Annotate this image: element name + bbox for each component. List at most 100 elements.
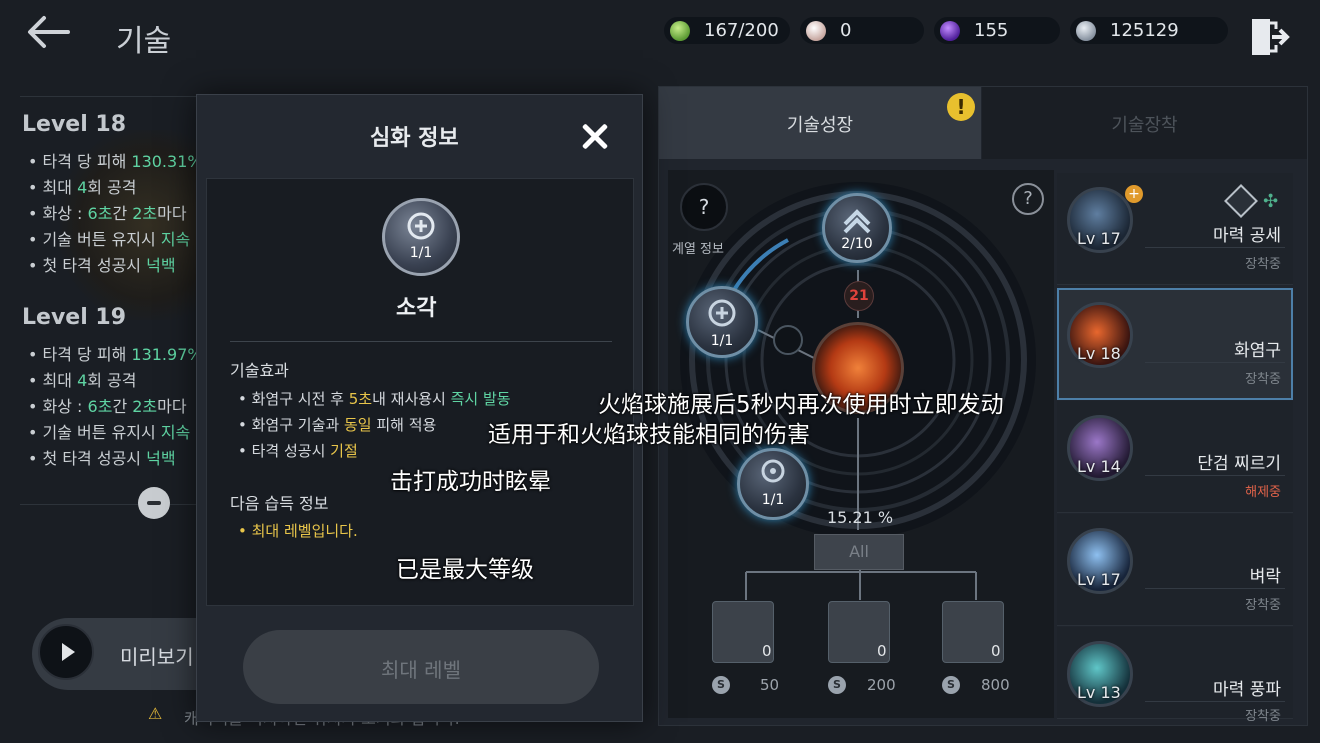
level-line: • 최대 4회 공격 [28,178,137,197]
resource-value: 167/200 [704,20,779,41]
play-icon[interactable] [38,624,94,680]
skill-level: Lv 14 [1077,457,1121,476]
skill-item[interactable]: Lv 14 단검 찌르기 해제중 [1057,401,1293,513]
skill-status: 장착중 [1245,598,1281,613]
node-level: 2/10 [841,236,873,252]
skill-level: Lv 13 [1077,683,1121,702]
book-cost: 50 [760,676,780,694]
tab-label: 기술성장 [786,115,854,136]
effect-line: • 화염구 기술과 동일 피해 적용 [238,416,437,434]
skill-node-head[interactable] [737,448,809,520]
divider [1145,475,1285,476]
pearl-icon [806,20,826,41]
resource-value: 155 [974,20,1009,41]
level-line: • 화상 : 6초간 2초마다 [28,397,187,416]
book-count: 0 [877,642,887,660]
translation-text: 已是最大等级 [396,557,534,583]
skill-name: 마력 풍파 [1213,680,1281,700]
plus-badge-icon: + [1125,185,1143,203]
resource-silver: 125129 [1070,17,1228,44]
chevron-up-icon [843,209,871,234]
book-count: 0 [762,642,772,660]
clover-icon: ✣ [1263,191,1279,212]
divider [20,504,200,505]
level-line: • 첫 타격 성공시 넉백 [28,256,176,275]
book-cost: 200 [867,676,896,694]
all-button[interactable]: All [814,534,904,570]
close-icon[interactable] [574,116,616,158]
progress-percent: 15.21 % [826,508,894,527]
skill-point-count: 21 [844,281,874,311]
level-title: Level 19 [22,305,127,330]
skill-status: 장착중 [1245,257,1281,272]
level-line: • 타격 당 피해 131.97% [28,345,203,364]
silver-coin-icon: S [712,676,730,694]
skill-status: 장착중 [1245,372,1281,387]
rune-icon [1224,184,1258,218]
divider [1145,362,1285,363]
clock-plus-icon [400,210,442,244]
effect-header: 기술효과 [230,361,289,380]
skill-name: 단검 찌르기 [1197,454,1281,474]
help-icon[interactable]: ? [1012,183,1044,215]
clock-plus-icon [708,299,736,327]
head-icon [761,459,785,483]
modal-title: 심화 정보 [370,126,459,151]
skill-name: 벼락 [1249,567,1281,587]
translation-text: 击打成功时眩晕 [390,469,551,495]
green-crystal-icon [670,20,690,41]
exit-door-icon[interactable] [1246,15,1290,59]
collapse-minus-button[interactable] [138,487,170,519]
skill-level: Lv 18 [1077,344,1121,363]
node-level: 1/1 [710,333,734,349]
skill-item[interactable]: + Lv 17 ✣ 마력 공세 장착중 [1057,173,1293,285]
silver-coin-icon: S [828,676,846,694]
effect-line: • 타격 성공시 기절 [238,442,358,460]
translation-text: 适用于和火焰球技能相同的伤害 [488,422,810,448]
skill-item-selected[interactable]: Lv 18 화염구 장착중 [1057,288,1293,400]
resource-value: 0 [840,20,852,41]
skill-name: 화염구 [1234,341,1281,361]
skill-name: 마력 공세 [1213,226,1281,246]
skill-status: 해제중 [1245,485,1281,500]
level-line: • 타격 당 피해 130.31% [28,152,203,171]
skill-level: 1/1 [409,245,433,261]
level-line: • 화상 : 6초간 2초마다 [28,204,187,223]
resource-value: 125129 [1110,20,1179,41]
back-arrow-icon[interactable] [24,12,74,52]
page-title: 기술 [116,24,172,59]
translation-text: 火焰球施展后5秒内再次使用时立即发动 [598,392,1004,418]
max-level-label: 최대 레벨 [381,658,461,682]
divider [1145,588,1285,589]
skill-name: 소각 [396,296,437,321]
divider [1145,701,1285,702]
level-line: • 최대 4회 공격 [28,371,137,390]
next-info-value: • 최대 레벨입니다. [238,522,358,540]
skill-item[interactable]: Lv 13 마력 풍파 장착중 [1057,627,1293,724]
resource-gem: 155 [934,17,1060,44]
skill-node-upgrade[interactable] [822,193,892,263]
skill-level: Lv 17 [1077,229,1121,248]
effect-line: • 화염구 시전 후 5초내 재사용시 즉시 발동 [238,390,511,408]
level-line: • 첫 타격 성공시 넉백 [28,449,176,468]
alert-badge-icon: ! [947,93,975,121]
divider [20,96,200,97]
tab-label: 기술장착 [1111,115,1178,136]
node-level: 1/1 [761,492,785,508]
resource-pearl: 0 [800,17,924,44]
preview-label: 미리보기 [120,645,194,669]
level-title: Level 18 [22,112,127,137]
silver-coin-icon: S [942,676,960,694]
divider [1145,247,1285,248]
series-info-button[interactable]: ? [680,183,728,231]
skill-item[interactable]: Lv 17 벼락 장착중 [1057,514,1293,626]
series-info-label: 계열 정보 [672,242,724,257]
silver-coin-icon [1076,20,1096,41]
divider [230,341,612,342]
purple-gem-icon [940,20,960,41]
book-cost: 800 [981,676,1010,694]
warning-icon: ⚠ [148,704,163,723]
resource-stamina: 167/200 [664,17,790,44]
skill-status: 장착중 [1245,709,1281,724]
skill-level: Lv 17 [1077,570,1121,589]
